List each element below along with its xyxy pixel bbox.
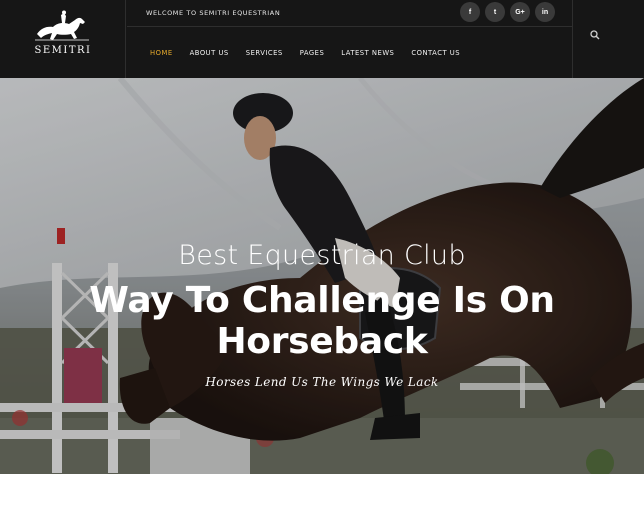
hero-tagline: Horses Lend Us The Wings We Lack bbox=[205, 375, 439, 389]
hero-banner: Best Equestrian Club Way To Challenge Is… bbox=[0, 78, 644, 474]
google-plus-icon[interactable]: G+ bbox=[510, 2, 530, 22]
logo[interactable]: SEMITRI bbox=[0, 0, 126, 78]
linkedin-icon[interactable]: in bbox=[535, 2, 555, 22]
facebook-icon[interactable]: f bbox=[460, 2, 480, 22]
site-header: SEMITRI WELCOME TO SEMITRI EQUESTRIAN ft… bbox=[0, 0, 644, 78]
page-content-start bbox=[0, 474, 644, 510]
nav-item-services[interactable]: SERVICES bbox=[246, 49, 283, 57]
search-icon[interactable] bbox=[590, 30, 600, 40]
search-area bbox=[572, 0, 644, 78]
nav-item-pages[interactable]: PAGES bbox=[300, 49, 325, 57]
nav-item-latest-news[interactable]: LATEST NEWS bbox=[341, 49, 394, 57]
twitter-icon[interactable]: t bbox=[485, 2, 505, 22]
top-bar: WELCOME TO SEMITRI EQUESTRIAN f t G+ in bbox=[127, 0, 572, 27]
brand-name: SEMITRI bbox=[34, 45, 92, 56]
hero-background-image bbox=[0, 78, 644, 474]
horse-rider-logo-icon bbox=[35, 10, 89, 41]
nav-item-home[interactable]: HOME bbox=[150, 49, 173, 57]
main-navigation: HOME ABOUT US SERVICES PAGES LATEST NEWS CONT… bbox=[127, 28, 572, 78]
welcome-text: WELCOME TO SEMITRI EQUESTRIAN bbox=[146, 9, 281, 17]
nav-item-contact-us[interactable]: CONTACT US bbox=[411, 49, 460, 57]
social-links: f t G+ in bbox=[460, 2, 555, 22]
nav-item-about-us[interactable]: ABOUT US bbox=[190, 49, 229, 57]
hero-title: Way To Challenge Is On Horseback bbox=[89, 280, 555, 362]
hero-kicker: Best Equestrian Club bbox=[178, 240, 466, 271]
